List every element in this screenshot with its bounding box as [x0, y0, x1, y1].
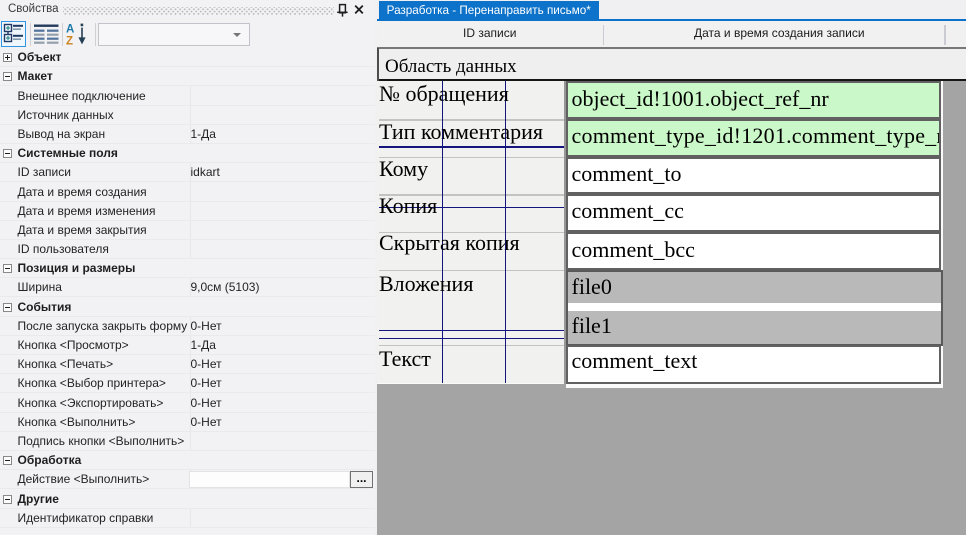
svg-text:A: A [66, 24, 74, 36]
svg-text:Z: Z [66, 36, 73, 48]
